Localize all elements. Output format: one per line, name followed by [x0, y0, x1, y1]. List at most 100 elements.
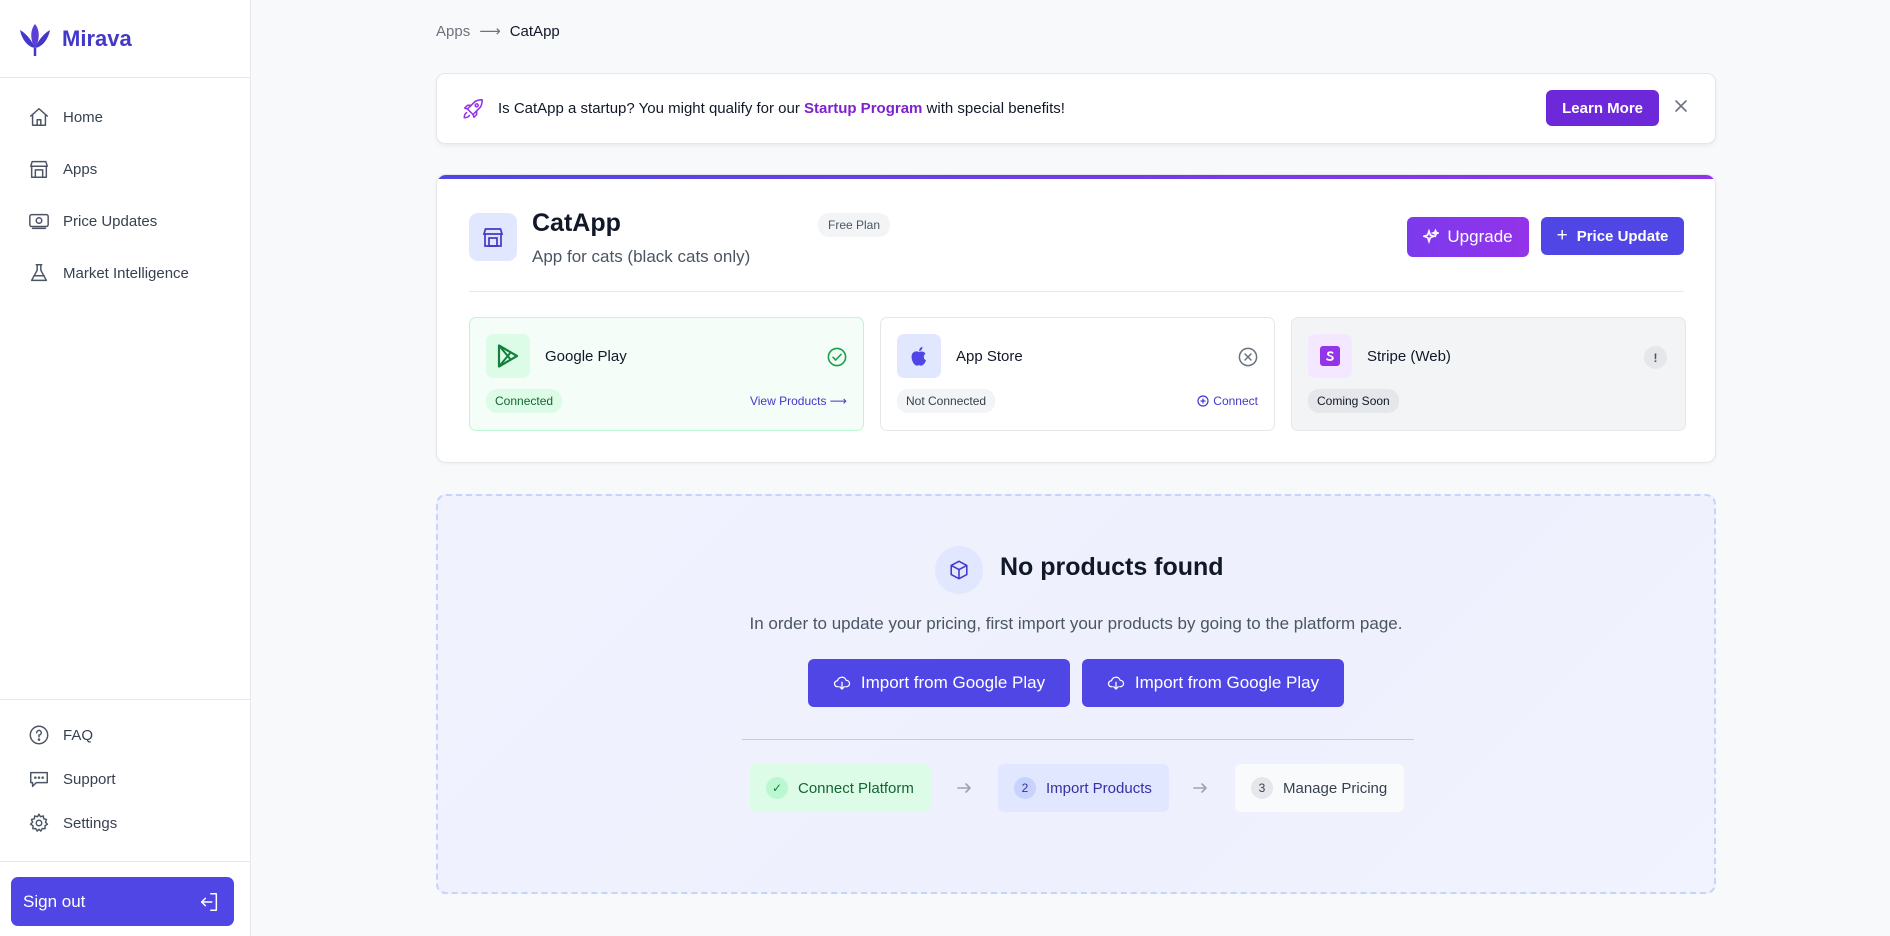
banknote-icon [29, 213, 49, 230]
step-import-products: 2 Import Products [998, 764, 1169, 812]
app-card: CatApp Free Plan App for cats (black cat… [436, 174, 1716, 463]
import-google-play-button-2[interactable]: Import from Google Play [1082, 659, 1344, 707]
sidebar-item-price-updates[interactable]: Price Updates [0, 195, 250, 247]
banner-text-after: with special benefits! [922, 100, 1065, 117]
logout-icon [200, 892, 218, 911]
step-number: 2 [1014, 777, 1036, 799]
x-circle-icon [1238, 347, 1258, 367]
app-card-accent-bar [437, 175, 1715, 179]
sidebar-item-apps[interactable]: Apps [0, 143, 250, 195]
breadcrumb-apps-link[interactable]: Apps [436, 23, 470, 40]
flask-icon [30, 264, 48, 282]
brand[interactable]: Mirava [0, 0, 250, 78]
store-icon [30, 160, 48, 178]
empty-state: No products found In order to update you… [436, 494, 1716, 894]
step-number: 3 [1251, 777, 1273, 799]
arrow-right-icon [1193, 783, 1207, 793]
sidebar-item-label: Market Intelligence [63, 264, 189, 282]
sidebar-item-faq[interactable]: FAQ [0, 713, 250, 757]
box-icon [950, 560, 968, 580]
home-icon [30, 108, 48, 126]
plus-icon: + [1556, 225, 1568, 246]
platform-name: App Store [956, 348, 1023, 365]
close-icon[interactable] [1673, 98, 1689, 114]
sidebar-item-label: Home [63, 108, 104, 126]
check-circle-icon [827, 347, 847, 367]
platform-card-google-play[interactable]: Google Play Connected View Products ⟶ [469, 317, 864, 431]
sidebar-item-support[interactable]: Support [0, 757, 250, 801]
sidebar-item-label: FAQ [63, 726, 94, 744]
platform-icon [1308, 334, 1352, 378]
chat-bubble-icon [30, 771, 48, 788]
google-play-icon [497, 344, 519, 368]
cloud-download-icon [1107, 676, 1125, 690]
sidebar-item-label: Apps [63, 160, 98, 178]
breadcrumb-separator: ⟶ [479, 23, 501, 40]
step-label: Manage Pricing [1283, 779, 1388, 797]
sidebar-item-settings[interactable]: Settings [0, 801, 250, 845]
status-badge: Coming Soon [1308, 389, 1399, 413]
sign-out-label: Sign out [23, 891, 86, 911]
app-description: App for cats (black cats only) [532, 247, 751, 266]
upgrade-label: Upgrade [1447, 227, 1513, 246]
main-content: Apps ⟶ CatApp Is CatApp a startup? You m… [251, 0, 1890, 936]
connect-label: Connect [1213, 394, 1258, 408]
status-badge: Connected [486, 389, 563, 413]
secondary-nav: FAQ Support Settings [0, 699, 250, 845]
stripe-icon [1320, 346, 1340, 366]
arrow-right-icon [957, 783, 971, 793]
price-update-label: Price Update [1576, 227, 1669, 245]
store-icon [482, 228, 504, 247]
breadcrumb-current: CatApp [509, 22, 560, 40]
sidebar: Mirava Home Apps Price Updates Market In… [0, 0, 251, 936]
platform-icon [486, 334, 530, 378]
learn-more-button[interactable]: Learn More [1546, 90, 1659, 126]
startup-program-link[interactable]: Startup Program [804, 100, 922, 117]
rocket-icon [463, 98, 483, 118]
lotus-logo-icon [20, 23, 50, 56]
breadcrumb: Apps ⟶ CatApp [436, 22, 560, 41]
plus-circle-icon [1197, 395, 1209, 407]
platform-card-app-store[interactable]: App Store Not Connected Connect [880, 317, 1275, 431]
step-label: Import Products [1046, 779, 1152, 797]
sign-out-button[interactable]: Sign out [11, 877, 234, 926]
platform-name: Stripe (Web) [1367, 348, 1451, 365]
empty-state-title: No products found [1000, 553, 1224, 581]
view-products-link[interactable]: View Products ⟶ [750, 394, 847, 408]
step-manage-pricing: 3 Manage Pricing [1235, 764, 1404, 812]
step-label: Connect Platform [798, 779, 914, 797]
step-check-icon: ✓ [766, 777, 788, 799]
apple-icon [911, 346, 926, 366]
empty-state-message: In order to update your pricing, first i… [749, 614, 1403, 633]
help-circle-icon [29, 725, 49, 745]
banner-message: Is CatApp a startup? You might qualify f… [498, 100, 1065, 117]
sidebar-item-label: Price Updates [63, 212, 158, 230]
sign-out-area: Sign out [0, 861, 250, 926]
step-connect-platform: ✓ Connect Platform [750, 764, 931, 812]
brand-name: Mirava [62, 25, 132, 51]
plan-badge: Free Plan [818, 213, 891, 237]
import-label: Import from Google Play [860, 673, 1046, 692]
price-update-button[interactable]: + Price Update [1541, 217, 1684, 255]
empty-state-icon [935, 546, 983, 594]
gear-icon [29, 813, 49, 832]
app-title: CatApp [532, 209, 621, 237]
sidebar-item-home[interactable]: Home [0, 91, 250, 143]
sidebar-item-label: Settings [63, 814, 118, 832]
cloud-download-icon [833, 676, 851, 690]
sparkles-icon [1423, 229, 1440, 245]
main-nav: Home Apps Price Updates Market Intellige… [0, 78, 250, 299]
platform-card-stripe: Stripe (Web) ! Coming Soon [1291, 317, 1686, 431]
platform-icon [897, 334, 941, 378]
connect-link[interactable]: Connect [1197, 394, 1258, 408]
upgrade-button[interactable]: Upgrade [1407, 217, 1529, 257]
info-indicator-icon: ! [1644, 346, 1667, 369]
sidebar-item-market-intelligence[interactable]: Market Intelligence [0, 247, 250, 299]
app-icon [469, 213, 517, 261]
import-google-play-button[interactable]: Import from Google Play [808, 659, 1070, 707]
divider [742, 739, 1414, 740]
import-label: Import from Google Play [1134, 673, 1320, 692]
step-arrow [1192, 780, 1210, 796]
banner-text-before: Is CatApp a startup? You might qualify f… [498, 100, 805, 117]
status-badge: Not Connected [897, 389, 996, 413]
